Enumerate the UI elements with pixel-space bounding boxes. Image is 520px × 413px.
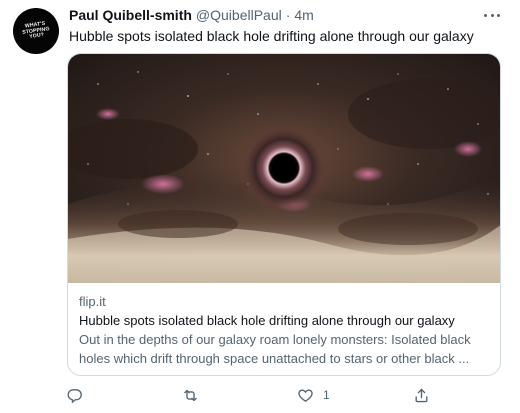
heart-icon xyxy=(298,389,313,402)
avatar[interactable]: WHAT'S STOPPING YOU? xyxy=(13,8,59,54)
card-domain: flip.it xyxy=(79,294,106,309)
avatar-logo-text: WHAT'S STOPPING YOU? xyxy=(21,20,50,40)
author-name[interactable]: Paul Quibell-smith xyxy=(69,7,192,23)
header-separator: · xyxy=(285,7,291,23)
more-options-icon[interactable] xyxy=(484,12,500,18)
card-title[interactable]: Hubble spots isolated black hole driftin… xyxy=(79,311,489,330)
tweet-actions: 1 xyxy=(0,384,520,406)
like-button[interactable]: 1 xyxy=(297,384,330,406)
like-count: 1 xyxy=(323,388,330,402)
retweet-icon xyxy=(184,389,197,401)
tweet-text: Hubble spots isolated black hole driftin… xyxy=(69,28,474,44)
share-icon xyxy=(415,388,428,402)
share-button[interactable] xyxy=(413,384,439,406)
retweet-button[interactable] xyxy=(182,384,208,406)
link-card[interactable]: flip.it Hubble spots isolated black hole… xyxy=(67,53,501,376)
card-description: Out in the depths of our galaxy roam lon… xyxy=(79,332,471,366)
black-hole-image[interactable] xyxy=(68,54,501,283)
card-body: flip.it Hubble spots isolated black hole… xyxy=(79,293,489,368)
tweet[interactable]: WHAT'S STOPPING YOU? Paul Quibell-smith … xyxy=(0,0,520,413)
reply-button[interactable] xyxy=(66,384,92,406)
tweet-header: Paul Quibell-smith @QuibellPaul · 4m xyxy=(69,7,314,25)
reply-icon xyxy=(67,388,82,403)
tweet-timestamp[interactable]: 4m xyxy=(294,7,313,23)
author-handle[interactable]: @QuibellPaul xyxy=(196,7,282,23)
